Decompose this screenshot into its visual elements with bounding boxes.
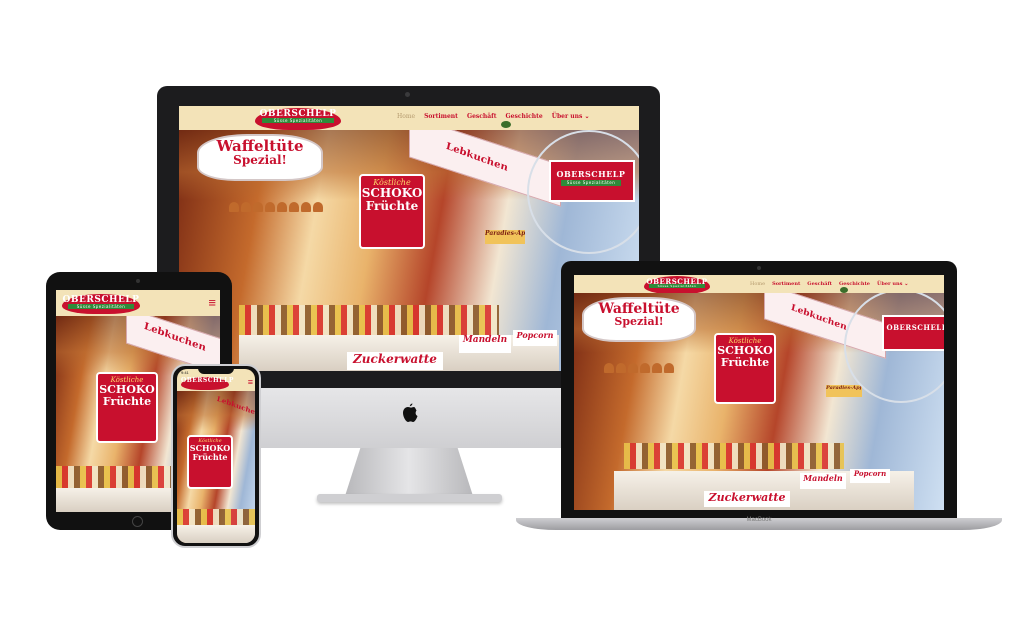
waffel-sign: Waffeltüte Spezial! [197,134,323,181]
iphone-screen: 9:41 OBERSCHELP ≡ Lebkuchen Köstliche SC… [177,369,255,543]
macbook-screen: OBERSCHELP Süsse Spezialitäten Home Sort… [574,275,944,510]
chevron-down-icon: ⌄ [584,113,590,120]
hamburger-menu-icon[interactable]: ≡ [208,295,216,310]
logo-ribbon: Süsse Spezialitäten [649,284,705,288]
hero-logo-text: OBERSCHELP [556,169,626,179]
gingerbread-hearts [604,363,694,373]
nav-ueber-uns-label: Über uns [551,113,583,120]
hero-logo: OBERSCHELP [886,320,944,348]
site-logo[interactable]: OBERSCHELP Süsse Spezialitäten [255,108,341,130]
imac-camera [405,92,410,97]
nav-geschaeft[interactable]: Geschäft [467,113,497,120]
site-logo[interactable]: OBERSCHELP Süsse Spezialitäten [62,294,140,314]
logo-ribbon: Süsse Spezialitäten [261,118,335,123]
schoko-sign: Köstliche SCHOKO Früchte [714,333,776,404]
nav-ueber-uns[interactable]: Über uns ⌄ [877,281,908,287]
macbook-brand: MacBook [746,517,772,523]
iphone-notch [198,368,234,374]
main-nav: Home Sortiment Geschäft Geschichte Über … [397,113,589,120]
hero-logo-text: OBERSCHELP [886,323,944,332]
counter-mandeln: Mandeln [800,473,846,489]
nav-sortiment[interactable]: Sortiment [772,281,800,287]
sweets-display [239,305,499,335]
site-header: OBERSCHELP Süsse Spezialitäten ≡ [56,290,220,316]
schoko-line3: Früchte [192,451,228,462]
site-logo[interactable]: OBERSCHELP [181,377,233,390]
counter-popcorn: Popcorn [850,469,890,483]
schoko-line3: Früchte [102,394,152,408]
search-icon[interactable] [501,121,511,128]
site-header: OBERSCHELP Süsse Spezialitäten Home Sort… [574,275,944,294]
counter [177,525,255,543]
nav-geschaeft[interactable]: Geschäft [807,281,832,287]
nav-home[interactable]: Home [750,281,765,287]
imac-stand [345,448,473,496]
nav-geschichte[interactable]: Geschichte [506,113,543,120]
ipad-camera [136,279,140,283]
counter-mandeln: Mandeln [459,335,511,353]
hero-logo-banner: OBERSCHELP [882,315,944,351]
imac-stand-base [317,494,502,502]
hero-logo: OBERSCHELP Süsse Spezialitäten [555,166,627,198]
sweets-display [624,443,844,469]
waffel-line1: Waffeltüte [598,301,680,317]
waffel-line2: Spezial! [614,315,664,328]
apple-logo-icon [400,402,420,426]
gingerbread-hearts [229,202,329,212]
waffel-line1: Waffeltüte [216,137,304,155]
nav-ueber-uns[interactable]: Über uns ⌄ [552,113,590,120]
sweets-display [177,509,255,525]
macbook-camera [757,266,761,270]
hero-image: Lebkuchen Waffeltüte Spezial! Köstliche … [574,293,944,510]
main-nav: Home Sortiment Geschäft Geschichte Über … [750,281,908,287]
chevron-down-icon: ⌄ [904,281,909,287]
hero-logo-ribbon: Süsse Spezialitäten [560,180,622,186]
status-time: 9:41 [181,370,189,375]
paradies-sign: Paradies-Äpfel [485,230,525,244]
counter-zuckerwatte: Zuckerwatte [347,352,443,370]
counter-zuckerwatte: Zuckerwatte [704,491,790,507]
site-header: OBERSCHELP Süsse Spezialitäten Home Sort… [179,106,639,130]
hero-logo-banner: OBERSCHELP Süsse Spezialitäten [549,160,635,202]
schoko-sign: Köstliche SCHOKO Früchte [187,435,233,489]
schoko-line3: Früchte [720,355,770,369]
nav-sortiment[interactable]: Sortiment [424,113,458,120]
paradies-sign: Paradies-Äpfel [826,385,862,397]
waffel-sign: Waffeltüte Spezial! [582,297,696,342]
logo-ribbon: Süsse Spezialitäten [68,304,134,309]
nav-ueber-uns-label: Über uns [876,281,903,287]
schoko-sign: Köstliche SCHOKO Früchte [96,372,158,443]
counter-popcorn: Popcorn [513,330,557,346]
logo-text: OBERSCHELP [181,377,234,384]
ipad-home-button [132,516,143,527]
hamburger-menu-icon[interactable]: ≡ [248,377,253,387]
schoko-line3: Früchte [365,198,419,213]
schoko-sign: Köstliche SCHOKO Früchte [359,174,425,249]
waffel-line2: Spezial! [233,153,287,167]
hero-image: Lebkuchen Köstliche SCHOKO Früchte [177,391,255,543]
site-logo[interactable]: OBERSCHELP Süsse Spezialitäten [644,276,710,294]
nav-home[interactable]: Home [397,113,415,120]
